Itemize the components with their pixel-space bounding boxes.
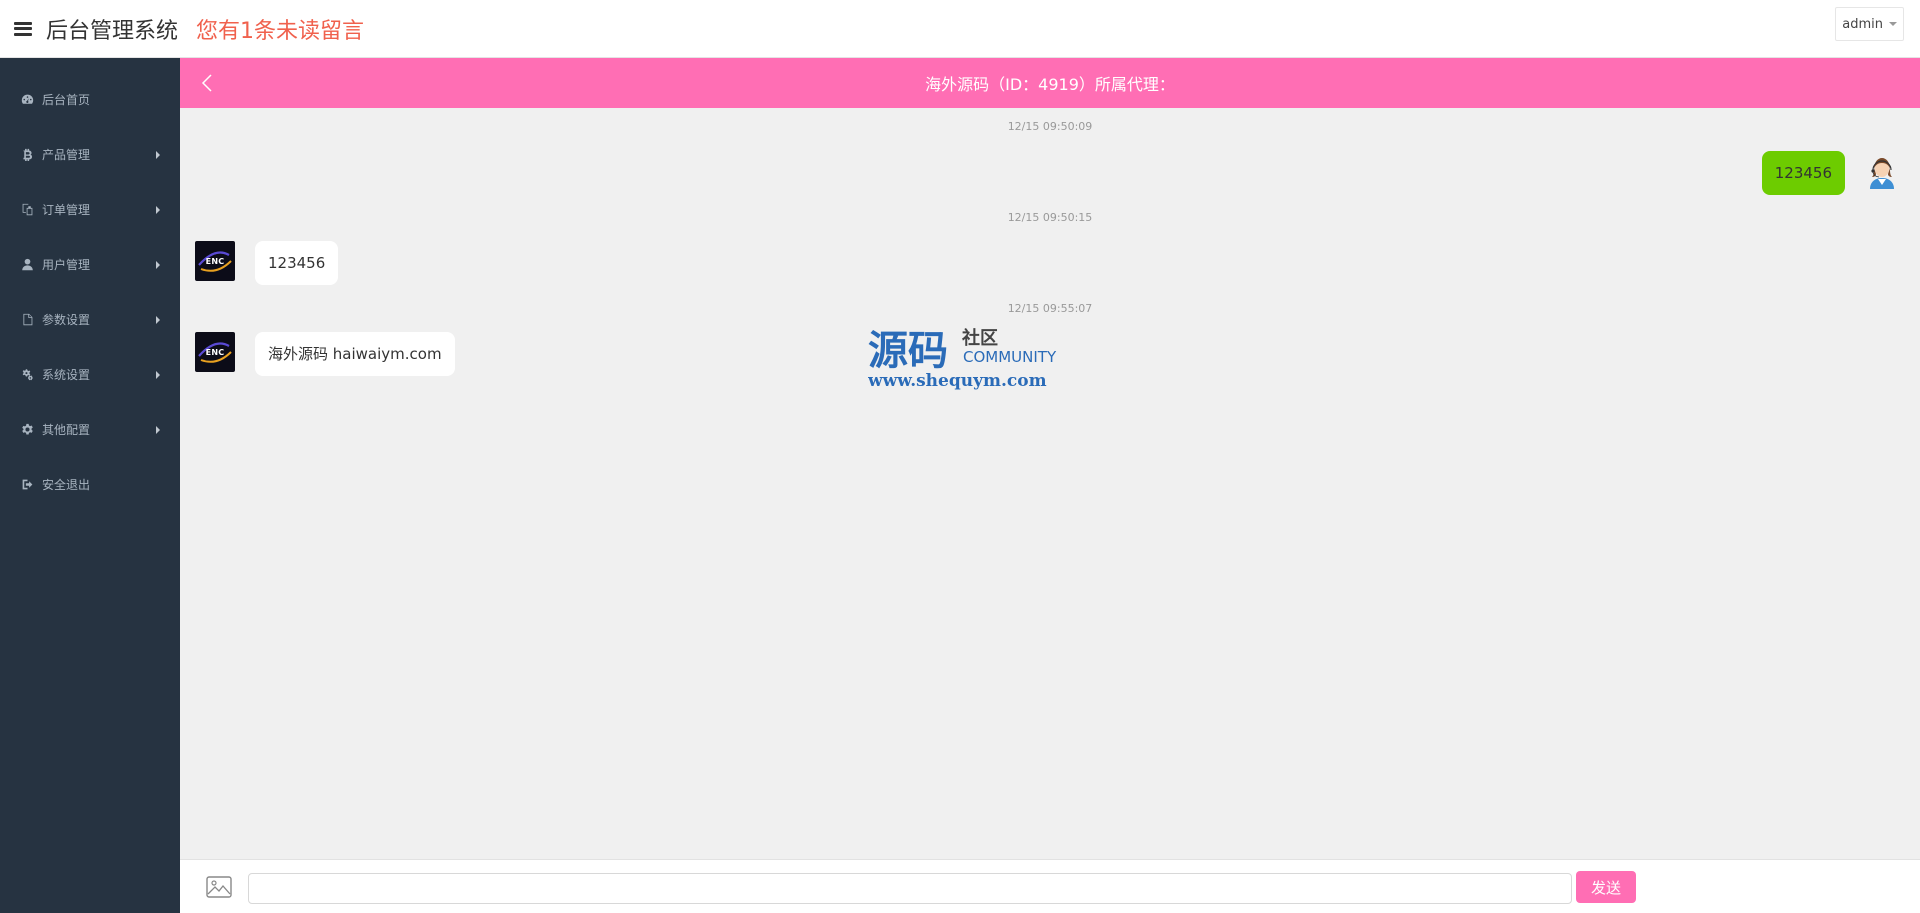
gears-icon bbox=[20, 368, 34, 382]
sidebar-item-label: 其他配置 bbox=[42, 423, 91, 437]
avatar-label: ENC bbox=[205, 347, 225, 357]
user-dropdown[interactable]: admin bbox=[1835, 7, 1904, 41]
sidebar-item-label: 订单管理 bbox=[42, 203, 91, 217]
send-button[interactable]: 发送 bbox=[1576, 871, 1636, 903]
caret-right-icon bbox=[156, 206, 160, 214]
copy-icon bbox=[20, 203, 34, 217]
caret-down-icon bbox=[1889, 22, 1897, 26]
gear-icon bbox=[20, 423, 34, 437]
caret-right-icon bbox=[156, 371, 160, 379]
message-timestamp: 12/15 09:50:15 bbox=[1007, 211, 1093, 224]
chat-header: 海外源码（ID：4919）所属代理： bbox=[180, 58, 1920, 108]
watermark-logo: 源码 社区 COMMUNITY www.shequym.com bbox=[867, 324, 1068, 392]
top-header: 后台管理系统 您有1条未读留言 admin bbox=[0, 0, 1920, 58]
message-timestamp: 12/15 09:50:09 bbox=[1007, 120, 1093, 133]
message-input[interactable] bbox=[248, 873, 1572, 904]
sidebar-item-logout[interactable]: 安全退出 bbox=[0, 457, 180, 512]
chat-title: 海外源码（ID：4919）所属代理： bbox=[925, 75, 1175, 94]
user-avatar: ENC bbox=[195, 241, 235, 281]
sidebar-item-products[interactable]: 产品管理 bbox=[0, 127, 180, 182]
caret-right-icon bbox=[156, 316, 160, 324]
sidebar-item-orders[interactable]: 订单管理 bbox=[0, 182, 180, 237]
sidebar-item-home[interactable]: 后台首页 bbox=[0, 72, 180, 127]
avatar-label: ENC bbox=[205, 256, 225, 266]
menu-toggle-icon[interactable] bbox=[14, 21, 32, 36]
watermark-url: www.shequym.com bbox=[868, 371, 1047, 391]
user-name: admin bbox=[1842, 16, 1883, 32]
sidebar-item-label: 安全退出 bbox=[42, 478, 91, 492]
sidebar-item-label: 系统设置 bbox=[42, 368, 91, 382]
chat-panel: 海外源码（ID：4919）所属代理： 12/15 09:50:09 123456… bbox=[180, 58, 1920, 913]
unread-notice-link[interactable]: 您有1条未读留言 bbox=[196, 13, 364, 45]
message-timestamp: 12/15 09:55:07 bbox=[1007, 302, 1093, 315]
sidebar-item-label: 产品管理 bbox=[42, 148, 91, 162]
file-icon bbox=[20, 313, 34, 327]
message-bubble-other: 海外源码 haiwaiym.com bbox=[255, 332, 455, 376]
sidebar-item-params[interactable]: 参数设置 bbox=[0, 292, 180, 347]
sidebar-item-label: 参数设置 bbox=[42, 313, 91, 327]
image-upload-icon[interactable] bbox=[206, 876, 232, 898]
watermark-title: 源码 bbox=[868, 328, 948, 374]
caret-right-icon bbox=[156, 151, 160, 159]
message-bubble-other: 123456 bbox=[255, 241, 339, 285]
sidebar-item-label: 后台首页 bbox=[42, 93, 91, 107]
agent-avatar bbox=[1862, 151, 1902, 191]
user-avatar: ENC bbox=[195, 332, 235, 372]
sidebar-item-other-config[interactable]: 其他配置 bbox=[0, 402, 180, 457]
bitcoin-icon bbox=[20, 148, 34, 162]
watermark-subtitle: 社区 bbox=[962, 327, 998, 349]
caret-right-icon bbox=[156, 261, 160, 269]
sidebar: 后台首页 产品管理 订单管理 用户管理 参数设置 系统设置 其他配置 安全退出 bbox=[0, 58, 180, 913]
sidebar-item-label: 用户管理 bbox=[42, 258, 91, 272]
message-bubble-own: 123456 bbox=[1761, 151, 1845, 195]
caret-right-icon bbox=[156, 426, 160, 434]
watermark-community: COMMUNITY bbox=[963, 348, 1057, 366]
chevron-left-icon[interactable] bbox=[198, 73, 218, 93]
dashboard-icon bbox=[20, 93, 34, 107]
sidebar-item-system[interactable]: 系统设置 bbox=[0, 347, 180, 402]
sidebar-item-users[interactable]: 用户管理 bbox=[0, 237, 180, 292]
user-icon bbox=[20, 258, 34, 272]
message-input-bar: 发送 bbox=[180, 859, 1920, 913]
app-title: 后台管理系统 bbox=[46, 18, 179, 44]
sign-out-icon bbox=[20, 478, 34, 492]
